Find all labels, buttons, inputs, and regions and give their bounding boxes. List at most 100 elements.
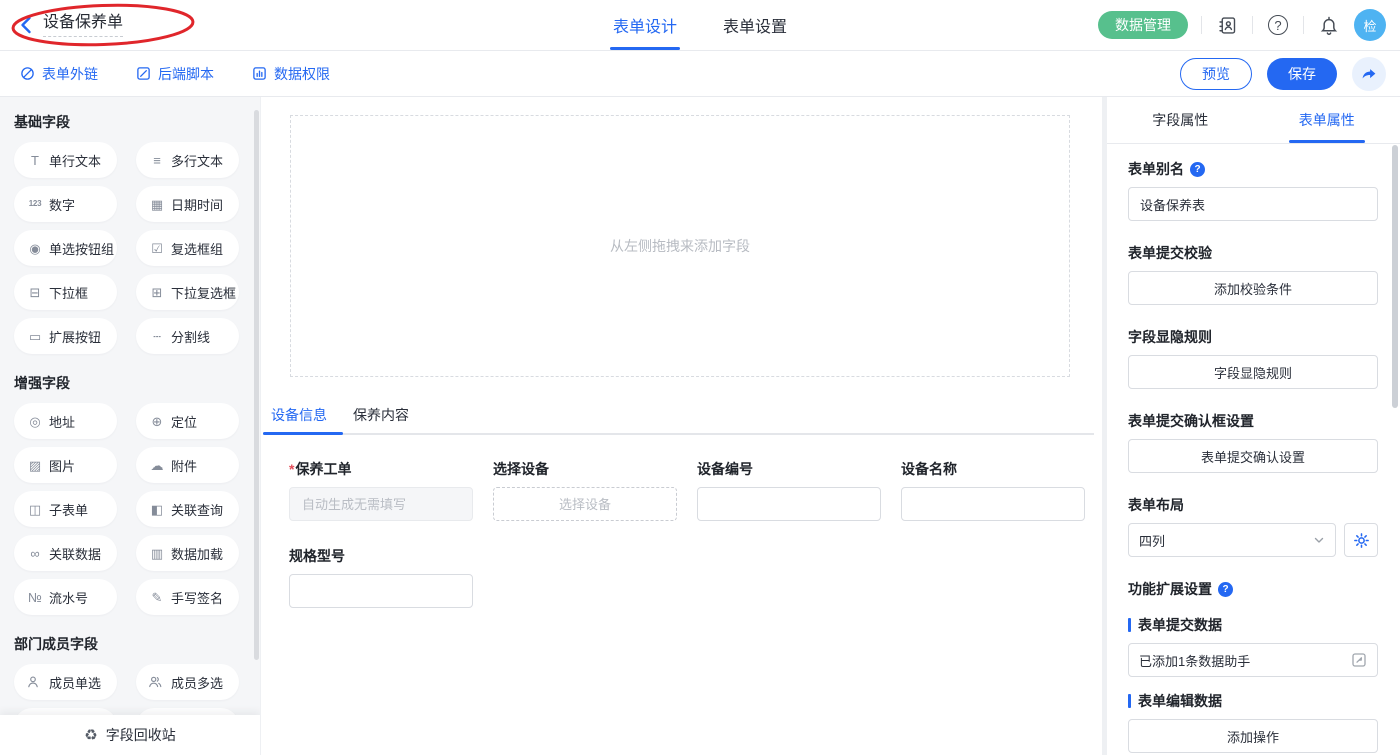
form-alias-input[interactable] — [1128, 187, 1378, 221]
linked-data-icon: ∞ — [26, 547, 44, 560]
confirm-box-label: 表单提交确认框设置 — [1128, 411, 1378, 431]
layout-select[interactable]: 四列 — [1128, 523, 1336, 557]
field-pill-multi-line-text[interactable]: ≡ 多行文本 — [136, 142, 239, 178]
toolbar-link-label: 表单外链 — [42, 64, 98, 84]
divider — [1201, 16, 1202, 34]
avatar[interactable]: 检 — [1354, 9, 1386, 41]
tab-maintenance-content[interactable]: 保养内容 — [353, 405, 409, 425]
canvas-tabs-divider — [263, 433, 1094, 435]
header-actions: 数据管理 ? 检 — [1098, 0, 1386, 50]
bell-icon[interactable] — [1317, 13, 1341, 37]
field-pill-single-line-text[interactable]: T 单行文本 — [14, 142, 117, 178]
backend-script-link[interactable]: 后端脚本 — [136, 64, 214, 84]
device-number-input[interactable] — [697, 487, 881, 521]
field-pill-number[interactable]: 123 数字 — [14, 186, 117, 222]
layout-select-value: 四列 — [1139, 531, 1165, 550]
field-pill-subform[interactable]: ◫ 子表单 — [14, 491, 117, 527]
confirm-box-button[interactable]: 表单提交确认设置 — [1128, 439, 1378, 473]
field-pill-linked-query[interactable]: ◧ 关联查询 — [136, 491, 239, 527]
field-pill-multi-dropdown[interactable]: ⊞ 下拉复选框 — [136, 274, 239, 310]
field-pill-label: 多行文本 — [171, 151, 223, 170]
field-pill-linked-data[interactable]: ∞ 关联数据 — [14, 535, 117, 571]
form-external-link[interactable]: 表单外链 — [20, 64, 98, 84]
linked-query-icon: ◧ — [148, 503, 166, 516]
field-pill-datetime[interactable]: ▦ 日期时间 — [136, 186, 239, 222]
field-pill-member-single[interactable]: 成员单选 — [14, 664, 117, 700]
data-permission-link[interactable]: 数据权限 — [252, 64, 330, 84]
divider — [1252, 16, 1253, 34]
field-pill-address[interactable]: ◎ 地址 — [14, 403, 117, 439]
field-pill-data-load[interactable]: ▥ 数据加载 — [136, 535, 239, 571]
field-dropzone[interactable]: 从左侧拖拽来添加字段 — [290, 115, 1070, 377]
extension-settings-label: 功能扩展设置 ? — [1128, 579, 1378, 599]
image-icon: ▨ — [26, 459, 44, 472]
tab-form-settings[interactable]: 表单设置 — [723, 0, 787, 50]
field-pill-dropdown[interactable]: ⊟ 下拉框 — [14, 274, 117, 310]
form-field-maintenance-order[interactable]: *保养工单 — [289, 459, 473, 521]
layout-settings-button[interactable] — [1344, 523, 1378, 557]
field-pill-label: 子表单 — [49, 500, 88, 519]
spec-model-input[interactable] — [289, 574, 473, 608]
tab-field-properties[interactable]: 字段属性 — [1107, 97, 1254, 143]
field-library-sidebar: 基础字段 T 单行文本 ≡ 多行文本 123 数字 ▦ 日期时间 — [0, 97, 260, 755]
field-pill-label: 日期时间 — [171, 195, 223, 214]
basic-fields-grid: T 单行文本 ≡ 多行文本 123 数字 ▦ 日期时间 ◉ 单选按钮组 — [14, 142, 240, 354]
tab-form-properties[interactable]: 表单属性 — [1254, 97, 1400, 143]
field-pill-checkbox-group[interactable]: ☑ 复选框组 — [136, 230, 239, 266]
dropdown-icon: ⊟ — [26, 286, 44, 299]
calendar-icon: ▦ — [148, 198, 166, 211]
form-layout-row: 四列 — [1128, 523, 1378, 557]
sidebar-scrollbar[interactable] — [254, 110, 259, 660]
script-icon — [136, 66, 151, 81]
field-pill-radio-group[interactable]: ◉ 单选按钮组 — [14, 230, 117, 266]
form-field-device-number[interactable]: 设备编号 — [697, 459, 881, 521]
maintenance-order-input[interactable] — [289, 487, 473, 521]
preview-button[interactable]: 预览 — [1180, 58, 1252, 90]
panel-scrollbar[interactable] — [1392, 145, 1398, 408]
add-validation-button[interactable]: 添加校验条件 — [1128, 271, 1378, 305]
address-book-icon[interactable] — [1215, 13, 1239, 37]
section-title-member-fields: 部门成员字段 — [14, 634, 260, 654]
field-recycle-bin[interactable]: ♻ 字段回收站 — [0, 715, 260, 755]
tab-device-info[interactable]: 设备信息 — [271, 405, 327, 425]
submit-data-box[interactable]: 已添加1条数据助手 — [1128, 643, 1378, 677]
field-pill-signature[interactable]: ✎ 手写签名 — [136, 579, 239, 615]
crosshair-icon: ⊕ — [148, 415, 166, 428]
field-pill-label: 关联数据 — [49, 544, 101, 563]
add-operation-button[interactable]: 添加操作 — [1128, 719, 1378, 753]
select-device-input[interactable] — [493, 487, 677, 521]
tab-form-design[interactable]: 表单设计 — [613, 0, 677, 50]
subform-icon: ◫ — [26, 503, 44, 516]
visibility-rules-label: 字段显隐规则 — [1128, 327, 1378, 347]
visibility-rules-button[interactable]: 字段显隐规则 — [1128, 355, 1378, 389]
dropzone-hint: 从左侧拖拽来添加字段 — [610, 236, 750, 256]
number-123-icon: 123 — [26, 200, 44, 208]
field-pill-serial-number[interactable]: № 流水号 — [14, 579, 117, 615]
device-name-input[interactable] — [901, 487, 1085, 521]
help-icon[interactable]: ? — [1190, 162, 1205, 177]
help-icon[interactable]: ? — [1266, 13, 1290, 37]
form-field-select-device[interactable]: 选择设备 — [493, 459, 677, 521]
field-pill-divider-line[interactable]: ┄ 分割线 — [136, 318, 239, 354]
checkbox-icon: ☑ — [148, 242, 166, 255]
data-manage-button[interactable]: 数据管理 — [1098, 11, 1188, 39]
section-title-enhanced-fields: 增强字段 — [14, 373, 260, 393]
form-field-device-name[interactable]: 设备名称 — [901, 459, 1085, 521]
field-pill-geolocation[interactable]: ⊕ 定位 — [136, 403, 239, 439]
field-pill-label: 关联查询 — [171, 500, 223, 519]
edit-icon[interactable] — [1351, 652, 1367, 668]
form-field-spec-model[interactable]: 规格型号 — [289, 546, 473, 608]
field-pill-image[interactable]: ▨ 图片 — [14, 447, 117, 483]
share-button[interactable] — [1352, 57, 1386, 91]
section-title-basic-fields: 基础字段 — [14, 112, 260, 132]
submit-validation-label: 表单提交校验 — [1128, 243, 1378, 263]
field-pill-attachment[interactable]: ☁ 附件 — [136, 447, 239, 483]
help-icon[interactable]: ? — [1218, 582, 1233, 597]
required-mark: * — [289, 461, 294, 477]
field-pill-label: 图片 — [49, 456, 75, 475]
share-arrow-icon — [1360, 65, 1378, 83]
save-button[interactable]: 保存 — [1267, 58, 1337, 90]
field-pill-extend-button[interactable]: ▭ 扩展按钮 — [14, 318, 117, 354]
field-pill-member-multi[interactable]: 成员多选 — [136, 664, 239, 700]
field-pill-label: 下拉复选框 — [171, 283, 236, 302]
